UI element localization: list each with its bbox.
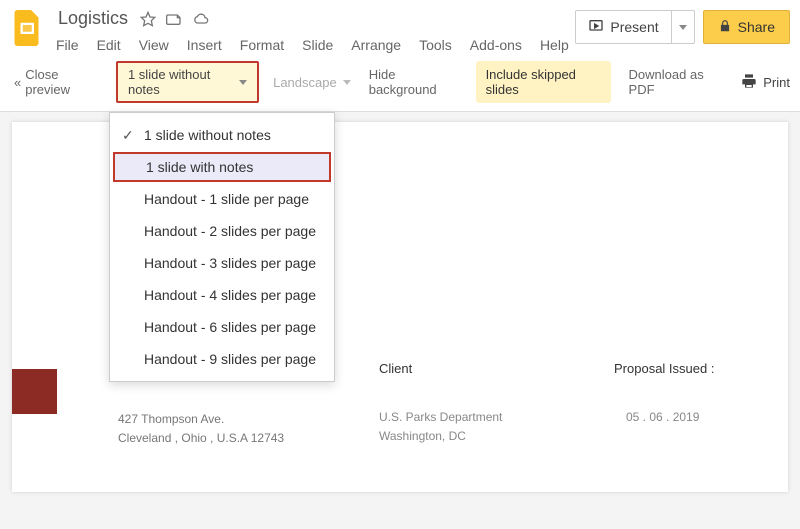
menu-file[interactable]: File (56, 37, 79, 53)
menu-edit[interactable]: Edit (97, 37, 121, 53)
layout-dropdown-button[interactable]: 1 slide without notes (116, 61, 259, 103)
layout-dropdown-label: 1 slide without notes (128, 67, 233, 97)
dropdown-item-handout-4[interactable]: Handout - 4 slides per page (110, 279, 334, 311)
menu-view[interactable]: View (139, 37, 169, 53)
orientation-dropdown[interactable]: Landscape (273, 75, 351, 90)
menu-format[interactable]: Format (240, 37, 284, 53)
dropdown-item-label: Handout - 2 slides per page (144, 223, 322, 239)
share-button[interactable]: Share (703, 10, 790, 44)
orientation-label: Landscape (273, 75, 337, 90)
download-pdf-button[interactable]: Download as PDF (625, 63, 728, 101)
chevron-left-icon: « (14, 75, 21, 90)
print-icon (741, 73, 757, 92)
close-preview-button[interactable]: « Close preview (10, 63, 102, 101)
menu-addons[interactable]: Add-ons (470, 37, 522, 53)
close-preview-label: Close preview (25, 67, 98, 97)
dropdown-item-handout-9[interactable]: Handout - 9 slides per page (110, 343, 334, 375)
check-icon: ✓ (122, 127, 144, 144)
present-dropdown-button[interactable] (672, 11, 694, 43)
present-icon (588, 18, 604, 37)
dropdown-item-1-with-notes[interactable]: 1 slide with notes (113, 152, 331, 182)
menu-insert[interactable]: Insert (187, 37, 222, 53)
caret-down-icon (239, 80, 247, 85)
layout-dropdown-menu: ✓ 1 slide without notes 1 slide with not… (109, 112, 335, 382)
dropdown-item-1-no-notes[interactable]: ✓ 1 slide without notes (110, 119, 334, 151)
hide-background-button[interactable]: Hide background (365, 63, 462, 101)
present-button[interactable]: Present (576, 11, 671, 43)
print-toolbar: « Close preview 1 slide without notes La… (0, 53, 800, 112)
move-icon[interactable] (166, 11, 182, 27)
include-skipped-button[interactable]: Include skipped slides (476, 61, 611, 103)
proposal-heading: Proposal Issued : (614, 361, 714, 376)
address-line1: 427 Thompson Ave. (118, 410, 284, 429)
client-line2: Washington, DC (379, 427, 502, 446)
dropdown-item-label: Handout - 3 slides per page (144, 255, 322, 271)
dropdown-item-label: 1 slide without notes (144, 127, 322, 143)
proposal-date: 05 . 06 . 2019 (626, 410, 699, 424)
client-heading: Client (379, 361, 412, 376)
client-line1: U.S. Parks Department (379, 408, 502, 427)
menu-slide[interactable]: Slide (302, 37, 333, 53)
client-body: U.S. Parks Department Washington, DC (379, 408, 502, 446)
dropdown-item-handout-1[interactable]: Handout - 1 slide per page (110, 183, 334, 215)
dropdown-item-handout-6[interactable]: Handout - 6 slides per page (110, 311, 334, 343)
print-button[interactable]: Print (741, 73, 790, 92)
present-label: Present (610, 19, 658, 35)
dropdown-item-label: Handout - 1 slide per page (144, 191, 322, 207)
caret-down-icon (343, 80, 351, 85)
doc-title[interactable]: Logistics (56, 6, 130, 31)
dropdown-item-label: 1 slide with notes (146, 159, 320, 175)
caret-down-icon (679, 25, 687, 30)
address-line2: Cleveland , Ohio , U.S.A 12743 (118, 429, 284, 448)
dropdown-item-label: Handout - 6 slides per page (144, 319, 322, 335)
print-label: Print (763, 75, 790, 90)
dropdown-item-label: Handout - 9 slides per page (144, 351, 322, 367)
lock-icon (718, 19, 732, 36)
slide-address: 427 Thompson Ave. Cleveland , Ohio , U.S… (118, 410, 284, 448)
dropdown-item-label: Handout - 4 slides per page (144, 287, 322, 303)
menu-help[interactable]: Help (540, 37, 569, 53)
share-label: Share (738, 19, 775, 35)
star-icon[interactable] (140, 11, 156, 27)
dropdown-item-handout-2[interactable]: Handout - 2 slides per page (110, 215, 334, 247)
menu-bar: File Edit View Insert Format Slide Arran… (56, 37, 575, 53)
cloud-icon[interactable] (192, 11, 210, 27)
present-button-group: Present (575, 10, 694, 44)
menu-arrange[interactable]: Arrange (351, 37, 401, 53)
slides-logo (10, 6, 46, 50)
menu-tools[interactable]: Tools (419, 37, 452, 53)
dropdown-item-handout-3[interactable]: Handout - 3 slides per page (110, 247, 334, 279)
slide-color-block (12, 369, 57, 414)
